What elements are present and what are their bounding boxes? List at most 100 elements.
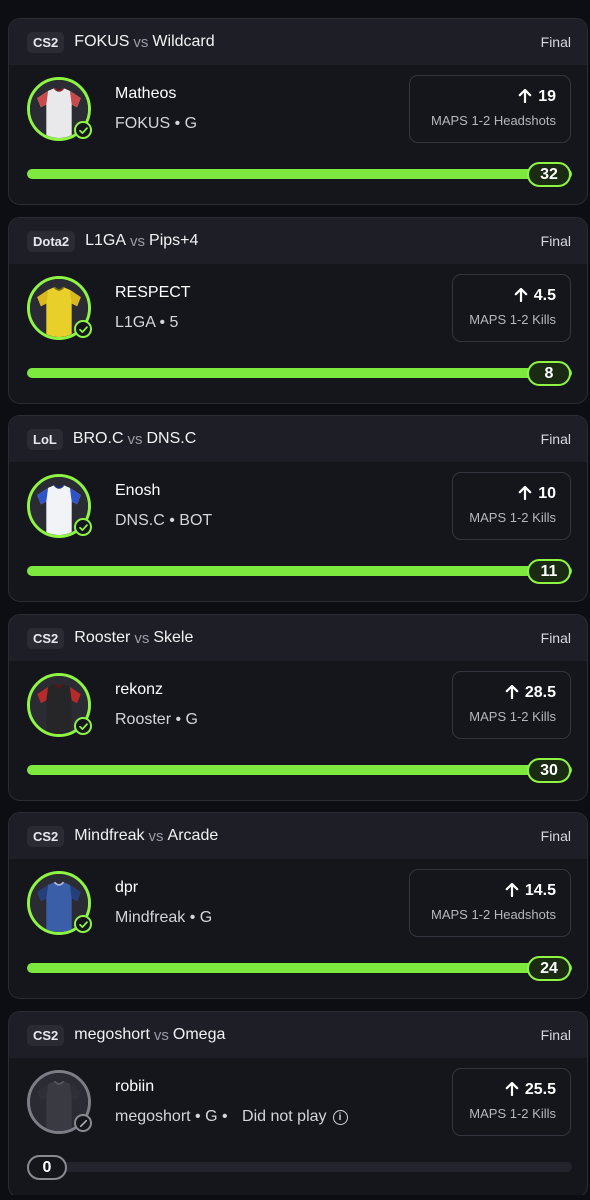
team-away: Omega <box>172 1026 226 1043</box>
did-not-play-label: Did not play <box>242 1108 327 1125</box>
result-value: 8 <box>527 361 571 386</box>
player-team-position: L1GA • 5 <box>115 314 179 331</box>
player-name: RESPECT <box>115 284 191 301</box>
projection-line: 25.5 <box>467 1081 556 1101</box>
player-team-position: Mindfreak • G <box>115 909 213 926</box>
projection-value: 10 <box>538 485 556 502</box>
game-badge: CS2 <box>27 627 65 649</box>
card-body: RESPECT L1GA • 5 4.5 MAPS 1-2 Kills 8 <box>9 264 587 403</box>
team-home: FOKUS <box>74 33 130 50</box>
blocked-icon <box>74 1114 92 1132</box>
projection-card[interactable]: CS2 Rooster vs Skele Final rekonz Rooste… <box>8 614 588 801</box>
match-status: Final <box>540 431 571 447</box>
progress-fill <box>27 566 572 576</box>
bottom-strip <box>0 1195 590 1200</box>
projection-line: 28.5 <box>467 684 556 704</box>
up-arrow-icon <box>518 88 532 108</box>
progress-fill <box>27 765 572 775</box>
match-status: Final <box>540 828 571 844</box>
projection-box[interactable]: 25.5 MAPS 1-2 Kills <box>452 1068 571 1136</box>
card-body: dpr Mindfreak • G 14.5 MAPS 1-2 Headshot… <box>9 859 587 998</box>
player-meta: L1GA • 5 <box>115 314 178 332</box>
result-value: 30 <box>527 758 571 783</box>
player-meta: Rooster • G <box>115 711 198 729</box>
progress-fill <box>27 368 572 378</box>
player-name: Enosh <box>115 482 161 499</box>
projection-line: 19 <box>424 88 556 108</box>
up-arrow-icon <box>505 882 519 902</box>
team-away: Skele <box>153 629 194 646</box>
projection-line: 10 <box>467 485 556 505</box>
match-header: CS2 Mindfreak vs Arcade Final <box>9 813 587 859</box>
game-badge: LoL <box>27 428 63 450</box>
info-icon[interactable]: i <box>332 1110 348 1125</box>
projection-card[interactable]: CS2 FOKUS vs Wildcard Final Matheos FOKU… <box>8 18 588 205</box>
stat-type: MAPS 1-2 Kills <box>469 510 556 525</box>
projection-value: 28.5 <box>524 684 556 701</box>
card-body: rekonz Rooster • G 28.5 MAPS 1-2 Kills 3… <box>9 661 587 800</box>
player-meta: FOKUS • G <box>115 115 197 133</box>
match-header: CS2 Rooster vs Skele Final <box>9 615 587 661</box>
player-name: Matheos <box>115 85 177 102</box>
versus-label: vs <box>133 33 149 51</box>
player-team-position: FOKUS • G <box>115 115 198 132</box>
versus-label: vs <box>134 629 150 647</box>
team-home: megoshort <box>74 1026 150 1043</box>
stat-type: MAPS 1-2 Kills <box>469 1106 556 1121</box>
result-value: 24 <box>527 956 571 981</box>
projection-value: 14.5 <box>524 882 556 899</box>
match-header: LoL BRO.C vs DNS.C Final <box>9 416 587 462</box>
check-circle-icon <box>74 121 92 139</box>
projection-card[interactable]: CS2 megoshort vs Omega Final robiin mego… <box>8 1011 588 1198</box>
player-name: robiin <box>115 1078 155 1095</box>
projection-box[interactable]: 10 MAPS 1-2 Kills <box>452 472 571 540</box>
up-arrow-icon <box>505 1081 519 1101</box>
team-home: Rooster <box>74 629 131 646</box>
projection-box[interactable]: 28.5 MAPS 1-2 Kills <box>452 671 571 739</box>
result-value: 0 <box>27 1155 67 1180</box>
team-home: Mindfreak <box>74 827 145 844</box>
projection-box[interactable]: 19 MAPS 1-2 Headshots <box>409 75 571 143</box>
player-meta: DNS.C • BOT <box>115 512 212 530</box>
projection-card[interactable]: CS2 Mindfreak vs Arcade Final dpr Mindfr… <box>8 812 588 999</box>
projection-line: 4.5 <box>467 287 556 307</box>
match-status: Final <box>540 1027 571 1043</box>
team-away: Arcade <box>167 827 219 844</box>
up-arrow-icon <box>505 684 519 704</box>
team-away: Pips+4 <box>149 232 199 249</box>
game-badge: Dota2 <box>27 230 76 252</box>
player-team-position: Rooster • G <box>115 711 198 728</box>
versus-label: vs <box>130 232 146 250</box>
progress-track <box>27 169 572 179</box>
projection-box[interactable]: 14.5 MAPS 1-2 Headshots <box>409 869 571 937</box>
check-circle-icon <box>74 518 92 536</box>
game-badge: CS2 <box>27 31 65 53</box>
projection-value: 4.5 <box>533 287 556 304</box>
stat-type: MAPS 1-2 Kills <box>469 709 556 724</box>
game-badge: CS2 <box>27 1024 65 1046</box>
match-status: Final <box>540 630 571 646</box>
player-meta: megoshort • G • Did not play i <box>115 1108 348 1126</box>
progress-fill <box>27 963 572 973</box>
projection-card[interactable]: Dota2 L1GA vs Pips+4 Final RESPECT L1GA … <box>8 217 588 404</box>
stat-type: MAPS 1-2 Headshots <box>430 907 556 922</box>
card-body: Matheos FOKUS • G 19 MAPS 1-2 Headshots … <box>9 65 587 204</box>
game-badge: CS2 <box>27 825 65 847</box>
result-value: 32 <box>527 162 571 187</box>
player-name: rekonz <box>115 681 164 698</box>
team-home: BRO.C <box>72 430 124 447</box>
progress-track <box>27 566 572 576</box>
stat-type: MAPS 1-2 Kills <box>469 312 556 327</box>
projection-card[interactable]: LoL BRO.C vs DNS.C Final Enosh DNS.C • B… <box>8 415 588 602</box>
team-away: DNS.C <box>146 430 197 447</box>
projection-box[interactable]: 4.5 MAPS 1-2 Kills <box>452 274 571 342</box>
result-value: 11 <box>527 559 571 584</box>
versus-label: vs <box>153 1026 169 1044</box>
match-header: CS2 FOKUS vs Wildcard Final <box>9 19 587 65</box>
player-team-position: megoshort • G • <box>115 1108 228 1125</box>
match-status: Final <box>540 233 571 249</box>
check-circle-icon <box>74 915 92 933</box>
match-header: CS2 megoshort vs Omega Final <box>9 1012 587 1058</box>
player-meta: Mindfreak • G <box>115 909 212 927</box>
progress-track <box>27 368 572 378</box>
